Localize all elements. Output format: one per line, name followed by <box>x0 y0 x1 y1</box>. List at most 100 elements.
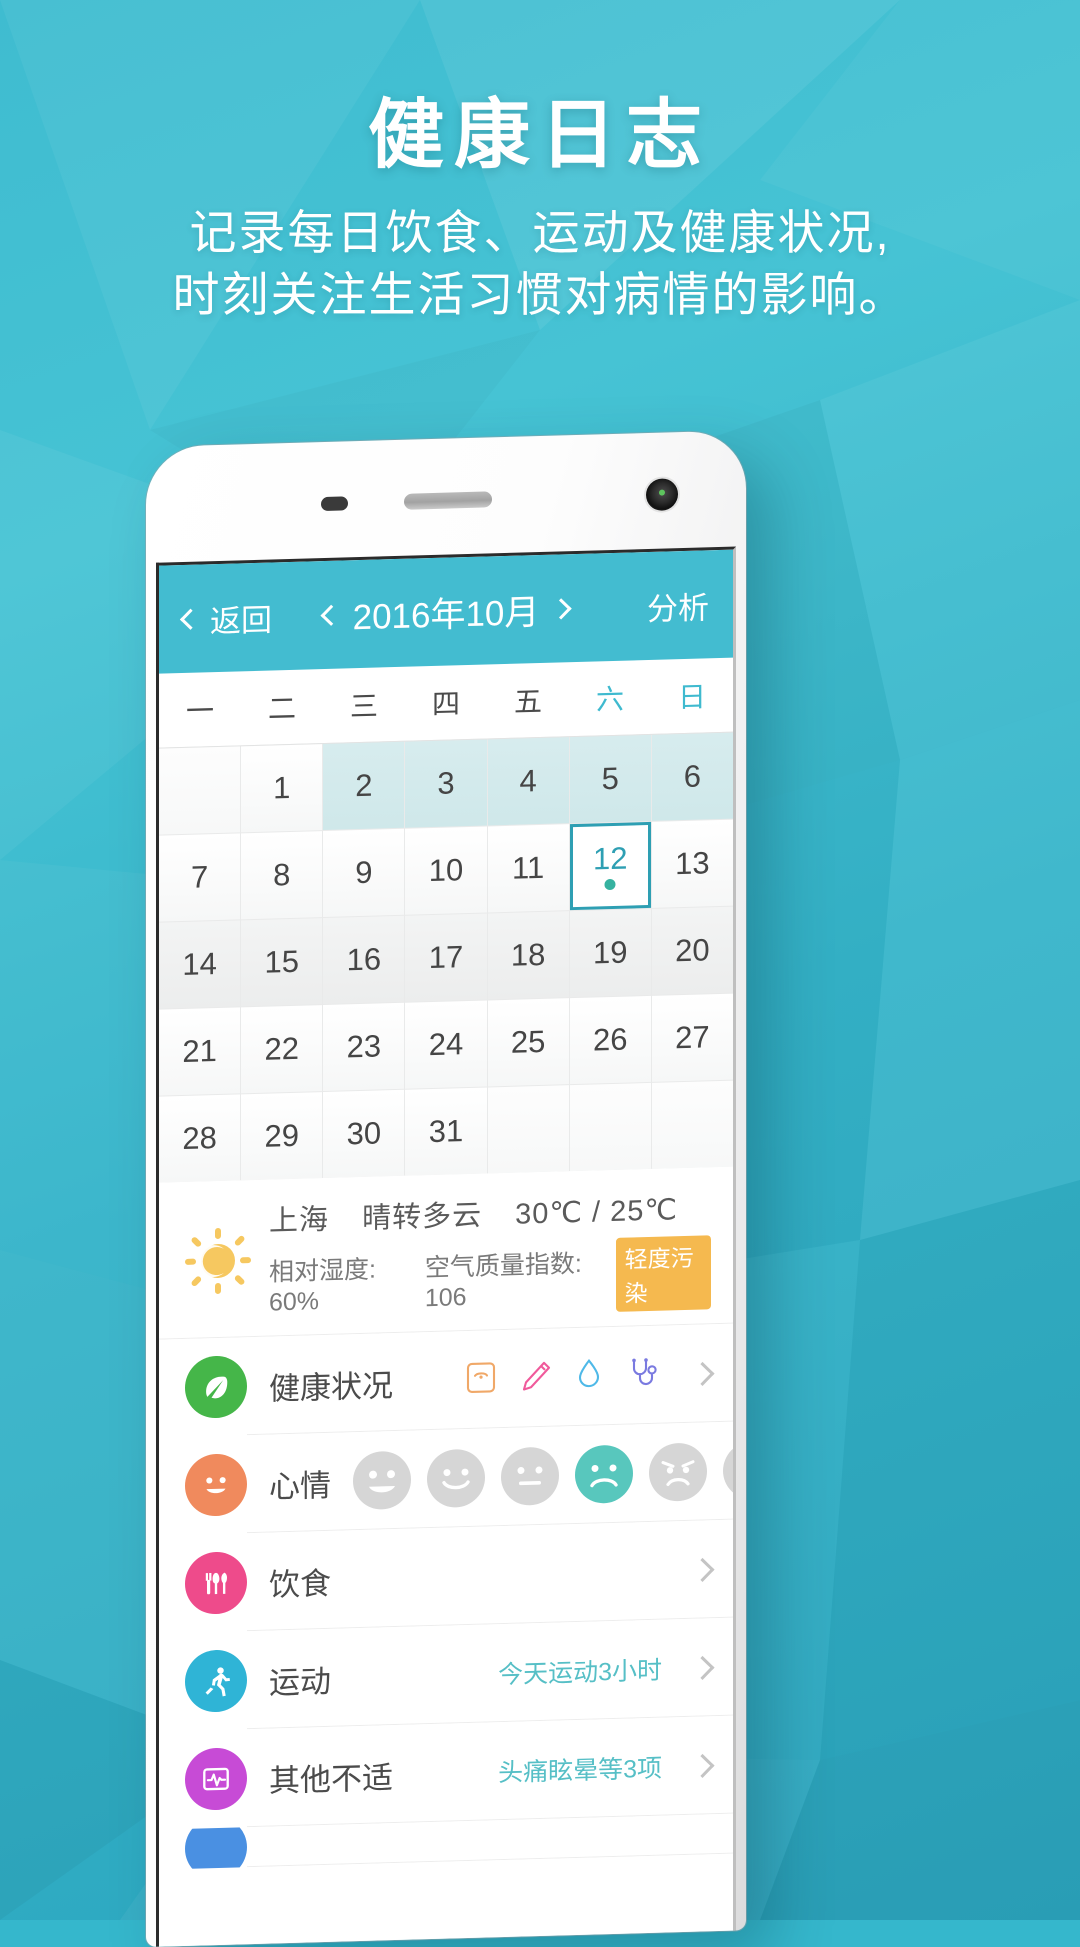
weather-summary[interactable]: 上海 晴转多云 30℃ / 25℃ 相对湿度: 60% 空气质量指数: 106 … <box>159 1166 733 1340</box>
calendar-day-number: 10 <box>428 852 464 889</box>
mood-selector[interactable] <box>353 1440 736 1511</box>
list-item-health-status[interactable]: 健康状况 <box>159 1323 733 1438</box>
calendar-day-24[interactable]: 24 <box>405 1000 487 1089</box>
calendar-day-14[interactable]: 14 <box>159 920 241 1009</box>
smiley-icon <box>185 1453 247 1517</box>
calendar-day-number: 3 <box>437 765 455 801</box>
calendar-day-6[interactable]: 6 <box>651 732 733 821</box>
chevron-left-icon <box>179 608 202 630</box>
calendar-day-20[interactable]: 20 <box>651 906 733 995</box>
calendar-day-number: 11 <box>512 849 545 886</box>
list-item-mood[interactable]: 心情 <box>159 1421 736 1536</box>
calendar-grid: 1 2 3 4 5 6 7 8 9 10 11 12 13 14 15 16 17 18 19 20 21 22 23 24 2… <box>159 731 733 1183</box>
calendar-day-number: 22 <box>264 1030 299 1067</box>
next-month-icon[interactable] <box>550 597 572 620</box>
phone-hardware: 返回 2016年10月 分析 一二三四五六日 1 2 3 4 5 6 7 8 9 10 11 12 13… <box>146 430 746 1947</box>
calendar-day-19[interactable]: 19 <box>569 908 651 998</box>
back-button[interactable]: 返回 <box>179 594 272 641</box>
weather-city: 上海 <box>269 1203 330 1238</box>
mood-option-happy[interactable] <box>353 1450 411 1511</box>
blood-drop-icon[interactable] <box>572 1357 606 1397</box>
prev-month-icon[interactable] <box>320 604 342 626</box>
thermometer-icon[interactable] <box>518 1358 552 1398</box>
mood-option-sad[interactable] <box>575 1444 633 1505</box>
calendar-day-4[interactable]: 4 <box>487 737 569 826</box>
calendar-day-31[interactable]: 31 <box>405 1087 487 1176</box>
calendar-day-16[interactable]: 16 <box>323 915 405 1005</box>
analysis-button[interactable]: 分析 <box>647 582 709 629</box>
weather-humidity: 相对湿度: 60% <box>269 1255 376 1317</box>
chevron-right-icon <box>690 1753 715 1778</box>
list-item-value: 今天运动3小时 <box>498 1656 662 1690</box>
calendar-day-29[interactable]: 29 <box>241 1092 323 1181</box>
calendar-day-2[interactable]: 2 <box>323 741 405 831</box>
earpiece-speaker-icon <box>404 491 492 510</box>
list-item-value: 头痛眩晕等3项 <box>498 1754 662 1788</box>
runner-icon <box>185 1649 247 1713</box>
calendar-day-11[interactable]: 11 <box>487 824 569 913</box>
list-item-exercise[interactable]: 运动 今天运动3小时 <box>159 1617 733 1732</box>
calendar-day-26[interactable]: 26 <box>569 995 651 1085</box>
mood-option-neutral[interactable] <box>501 1446 559 1507</box>
sun-moon-icon <box>185 1227 251 1295</box>
list-item-label: 运动 <box>269 1663 331 1701</box>
calendar-day-number: 15 <box>264 943 299 980</box>
calendar-day-10[interactable]: 10 <box>405 826 487 915</box>
calendar-day-21[interactable]: 21 <box>159 1007 241 1096</box>
calendar-day-number: 23 <box>346 1028 382 1065</box>
calendar-day-12[interactable]: 12 <box>569 821 651 911</box>
calendar-day-number: 30 <box>346 1115 382 1152</box>
calendar-day-9[interactable]: 9 <box>323 828 405 918</box>
month-selector[interactable]: 2016年10月 <box>320 583 572 641</box>
calendar-day-number: 7 <box>190 859 209 895</box>
calendar-day-number: 17 <box>428 939 464 976</box>
calendar-day-27[interactable]: 27 <box>651 993 733 1082</box>
calendar-day-8[interactable]: 8 <box>241 831 323 920</box>
mood-option-upset[interactable] <box>723 1440 736 1500</box>
cutlery-icon <box>185 1551 247 1615</box>
day-event-dot <box>604 878 616 891</box>
calendar-day-15[interactable]: 15 <box>241 918 323 1007</box>
pulse-icon <box>185 1747 247 1811</box>
calendar-day-17[interactable]: 17 <box>405 913 487 1002</box>
calendar-day-7[interactable]: 7 <box>159 833 241 922</box>
phone-screen: 返回 2016年10月 分析 一二三四五六日 1 2 3 4 5 6 7 8 9 10 11 12 13… <box>156 546 736 1947</box>
calendar-day-number: 29 <box>264 1117 299 1154</box>
list-item-label: 心情 <box>269 1467 331 1505</box>
chevron-right-icon <box>690 1361 715 1386</box>
stethoscope-icon[interactable] <box>626 1355 660 1395</box>
calendar-day-5[interactable]: 5 <box>569 734 651 824</box>
calendar-day-18[interactable]: 18 <box>487 911 569 1000</box>
calendar-day-number: 8 <box>273 856 291 893</box>
list-item-label: 其他不适 <box>269 1759 393 1799</box>
calendar-day-number: 16 <box>346 941 382 978</box>
calendar-day-22[interactable]: 22 <box>241 1005 323 1094</box>
calendar-day-3[interactable]: 3 <box>405 739 487 828</box>
calendar-day-13[interactable]: 13 <box>651 819 733 908</box>
mood-option-smile[interactable] <box>427 1448 485 1509</box>
calendar-day-number: 24 <box>428 1026 464 1063</box>
mood-option-worried[interactable] <box>649 1442 707 1502</box>
front-camera-icon <box>646 478 678 512</box>
calendar-day-30[interactable]: 30 <box>323 1089 405 1179</box>
calendar-day-number: 6 <box>683 758 702 794</box>
weekday-4: 五 <box>513 685 542 718</box>
calendar-day-number: 31 <box>428 1113 464 1150</box>
list-item-diet[interactable]: 饮食 <box>159 1519 733 1634</box>
calendar-day-number: 19 <box>593 934 628 971</box>
calendar-day-1[interactable]: 1 <box>241 744 323 833</box>
calendar-day-number: 9 <box>355 854 373 891</box>
calendar-day-25[interactable]: 25 <box>487 998 569 1087</box>
scale-icon[interactable] <box>464 1360 498 1400</box>
aqi-status-badge: 轻度污染 <box>615 1235 711 1312</box>
weekday-2: 三 <box>349 690 378 723</box>
weekday-6: 日 <box>677 681 706 714</box>
back-button-label: 返回 <box>210 601 272 639</box>
list-item-other-discomfort[interactable]: 其他不适 头痛眩晕等3项 <box>159 1715 733 1830</box>
calendar-day-number: 1 <box>273 769 291 806</box>
calendar-day-number: 27 <box>675 1019 710 1056</box>
calendar-day-28[interactable]: 28 <box>159 1094 241 1183</box>
calendar-day-23[interactable]: 23 <box>323 1002 405 1092</box>
weekday-1: 二 <box>267 692 296 725</box>
